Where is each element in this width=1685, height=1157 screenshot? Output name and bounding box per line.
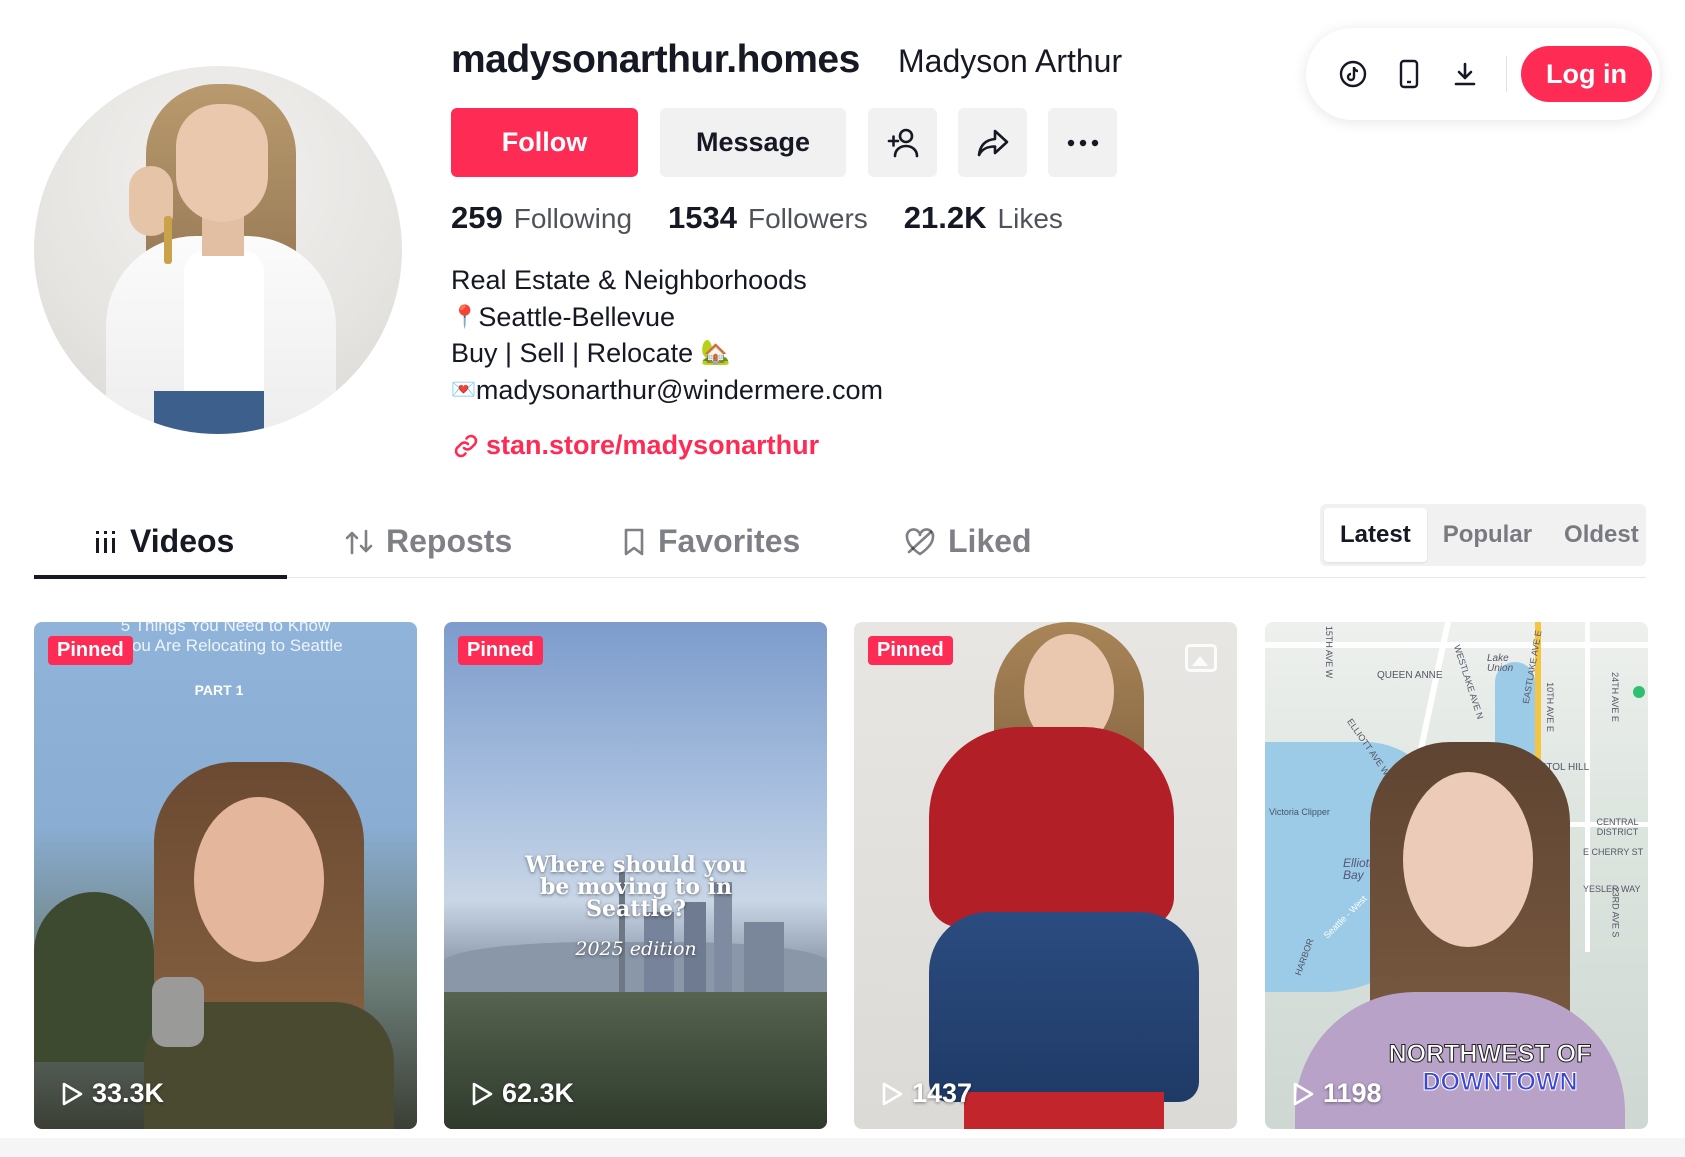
tab-reposts[interactable]: Reposts (344, 505, 512, 578)
video-card[interactable]: 5 Things You Need to Know If You Are Rel… (34, 622, 417, 1129)
views-count: 62.3K (502, 1078, 575, 1108)
pinned-badge: Pinned (458, 636, 543, 665)
bio-text: Seattle-Bellevue (478, 301, 676, 332)
stat-following[interactable]: 259 Following (451, 200, 632, 236)
download-button[interactable] (1444, 53, 1486, 95)
stat-value: 1534 (668, 200, 737, 235)
video-card[interactable]: QUEEN ANNE Lake Union CAPITOL HILL CENTR… (1265, 622, 1648, 1129)
message-button[interactable]: Message (660, 108, 846, 177)
more-options-button[interactable] (1048, 108, 1117, 177)
link-text: stan.store/madysonarthur (486, 430, 820, 460)
repost-icon (345, 529, 373, 554)
profile-username: madysonarthur.homes (451, 38, 860, 81)
videos-grid-icon (96, 530, 115, 553)
avatar-inner-shirt (184, 251, 264, 401)
bio-line: 💌 madysonarthur@windermere.com (451, 372, 883, 409)
tab-label: Liked (948, 523, 1032, 559)
caption-line: NORTHWEST OF (1388, 1040, 1592, 1069)
follow-button[interactable]: Follow (451, 108, 638, 177)
profile-nickname: Madyson Arthur (898, 43, 1123, 79)
add-user-icon (887, 128, 918, 157)
views-count: 1198 (1323, 1078, 1382, 1108)
stat-value: 259 (451, 200, 503, 235)
link-icon (454, 434, 478, 457)
video-thumbnail-person (854, 622, 1237, 1129)
stat-label: Followers (747, 203, 868, 234)
love-letter-emoji-icon: 💌 (451, 378, 476, 401)
bio-text: Real Estate & Neighborhoods (451, 265, 807, 295)
views-count: 33.3K (92, 1078, 165, 1108)
tab-label: Reposts (386, 523, 513, 559)
tiktok-icon-button[interactable] (1332, 53, 1374, 95)
download-icon (1454, 62, 1476, 86)
add-friend-button[interactable] (868, 108, 937, 177)
video-caption-part: PART 1 (194, 682, 244, 698)
share-button[interactable] (958, 108, 1027, 177)
avatar-neck (202, 216, 244, 256)
login-button[interactable]: Log in (1521, 46, 1652, 102)
video-card[interactable]: Where should you be moving to in Seattle… (444, 622, 827, 1129)
bio-text: Buy | Sell | Relocate (451, 338, 694, 368)
get-app-button[interactable] (1388, 53, 1430, 95)
profile-stats: 259 Following 1534 Followers 21.2K Likes (451, 200, 1099, 236)
share-icon (977, 129, 1008, 156)
phone-icon (1399, 59, 1419, 89)
tab-liked[interactable]: Liked (904, 505, 1032, 578)
liked-heart-icon (905, 527, 935, 555)
sort-toggle: Latest Popular Oldest (1320, 504, 1646, 566)
video-card[interactable]: Pinned 1437 (854, 622, 1237, 1129)
video-views: 1198 (1291, 1078, 1382, 1109)
bio-line: Real Estate & Neighborhoods (451, 262, 883, 299)
sort-popular[interactable]: Popular (1427, 508, 1548, 562)
avatar-face (176, 104, 268, 222)
stat-label: Following (513, 203, 633, 234)
avatar-key (164, 216, 172, 264)
active-tab-indicator (34, 575, 287, 579)
profile-link[interactable]: stan.store/madysonarthur (453, 430, 819, 461)
play-icon (62, 1082, 83, 1105)
video-caption-sub: 2025 edition (575, 938, 697, 960)
tab-label: Favorites (658, 523, 801, 559)
tab-favorites[interactable]: Favorites (622, 505, 800, 578)
play-icon (882, 1082, 903, 1105)
bio-email: madysonarthur@windermere.com (475, 374, 883, 405)
more-dots-icon (1067, 139, 1098, 146)
stat-likes: 21.2K Likes (904, 200, 1063, 236)
play-icon (472, 1082, 493, 1105)
pinned-badge: Pinned (48, 636, 133, 665)
sort-latest[interactable]: Latest (1324, 508, 1427, 562)
divider (1506, 56, 1507, 92)
bio-line: 📍 Seattle-Bellevue (451, 299, 883, 336)
bookmark-icon (624, 528, 644, 555)
profile-bio: Real Estate & Neighborhoods 📍 Seattle-Bel… (451, 262, 883, 408)
stat-label: Likes (997, 203, 1063, 234)
bio-line: Buy | Sell | Relocate 🏡 (451, 335, 883, 372)
top-action-bar: Log in (1306, 28, 1660, 120)
sort-oldest[interactable]: Oldest (1548, 508, 1655, 562)
profile-avatar[interactable] (34, 66, 402, 434)
tiktok-icon (1339, 60, 1367, 88)
tab-label: Videos (130, 523, 235, 559)
video-views: 1437 (880, 1078, 972, 1109)
video-caption-main: Where should you be moving to in Seattle… (525, 852, 747, 922)
pin-emoji-icon: 📍 (451, 303, 479, 329)
views-count: 1437 (912, 1078, 973, 1108)
stat-followers[interactable]: 1534 Followers (668, 200, 868, 236)
video-thumbnail-person (34, 622, 417, 1129)
video-views: 62.3K (470, 1078, 574, 1109)
bottom-edge (0, 1138, 1685, 1157)
pinned-badge: Pinned (868, 636, 953, 665)
photo-carousel-icon (1185, 644, 1217, 672)
caption-line: 5 Things You Need to Know (120, 622, 331, 635)
house-emoji-icon: 🏡 (700, 339, 731, 366)
stat-value: 21.2K (903, 200, 987, 235)
tab-videos[interactable]: Videos (94, 505, 234, 578)
avatar-jeans (154, 391, 264, 434)
play-icon (1293, 1082, 1314, 1105)
video-views: 33.3K (60, 1078, 164, 1109)
